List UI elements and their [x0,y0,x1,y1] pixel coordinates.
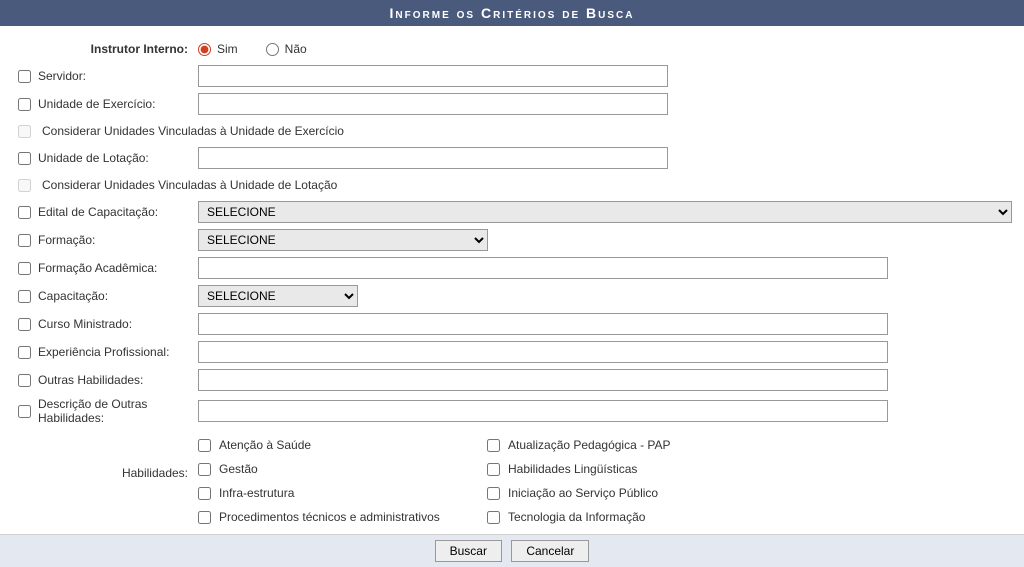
row-considerar-lotacao: Considerar Unidades Vinculadas à Unidade… [10,172,1014,198]
label-habilidades: Habilidades: [10,434,198,480]
hab-item-linguisticas: Habilidades Lingüísticas [487,462,671,476]
input-curso-ministrado[interactable] [198,313,888,335]
hab-item-gestao: Gestão [198,462,483,476]
check-edital[interactable] [18,206,31,219]
check-considerar-exercicio[interactable] [18,125,31,138]
input-unidade-lotacao[interactable] [198,147,668,169]
label-unidade-exercicio: Unidade de Exercício: [38,97,198,111]
check-hab-linguisticas[interactable] [487,463,500,476]
hab-label: Procedimentos técnicos e administrativos [219,510,440,524]
row-formacao: Formação: SELECIONE [10,226,1014,254]
input-experiencia[interactable] [198,341,888,363]
label-formacao-academica: Formação Acadêmica: [38,261,198,275]
hab-item-procedimentos: Procedimentos técnicos e administrativos [198,510,483,524]
label-experiencia: Experiência Profissional: [38,345,198,359]
select-formacao[interactable]: SELECIONE [198,229,488,251]
hab-label: Atualização Pedagógica - PAP [508,438,671,452]
label-curso-ministrado: Curso Ministrado: [38,317,198,331]
row-servidor: Servidor: [10,62,1014,90]
search-form: Instrutor Interno: Sim Não Servidor: Uni… [0,26,1024,534]
buscar-button[interactable]: Buscar [435,540,502,562]
radio-sim[interactable] [198,43,211,56]
page-title: Informe os Critérios de Busca [390,5,635,21]
label-edital: Edital de Capacitação: [38,205,198,219]
check-hab-atualizacao-pedagogica[interactable] [487,439,500,452]
hab-label: Infra-estrutura [219,486,294,500]
label-descricao-outras: Descrição de Outras Habilidades: [38,397,198,425]
hab-label: Gestão [219,462,258,476]
row-considerar-exercicio: Considerar Unidades Vinculadas à Unidade… [10,118,1014,144]
hab-item-atencao-saude: Atenção à Saúde [198,438,483,452]
label-capacitacao: Capacitação: [38,289,198,303]
input-outras-habilidades[interactable] [198,369,888,391]
row-habilidades: Habilidades: Atenção à Saúde Atualização… [10,428,1014,534]
hab-item-iniciacao: Iniciação ao Serviço Público [487,486,671,500]
radio-nao-label: Não [285,42,307,56]
select-edital[interactable]: SELECIONE [198,201,1012,223]
label-considerar-exercicio: Considerar Unidades Vinculadas à Unidade… [42,124,344,138]
row-formacao-academica: Formação Acadêmica: [10,254,1014,282]
hab-label: Habilidades Lingüísticas [508,462,637,476]
radio-sim-wrapper[interactable]: Sim [198,42,238,56]
check-hab-iniciacao[interactable] [487,487,500,500]
label-unidade-lotacao: Unidade de Lotação: [38,151,198,165]
row-experiencia: Experiência Profissional: [10,338,1014,366]
row-outras-habilidades: Outras Habilidades: [10,366,1014,394]
row-edital: Edital de Capacitação: SELECIONE [10,198,1014,226]
input-formacao-academica[interactable] [198,257,888,279]
check-experiencia[interactable] [18,346,31,359]
hab-label: Tecnologia da Informação [508,510,645,524]
label-formacao: Formação: [38,233,198,247]
row-unidade-exercicio: Unidade de Exercício: [10,90,1014,118]
check-curso-ministrado[interactable] [18,318,31,331]
check-descricao-outras[interactable] [18,405,31,418]
hab-item-tecnologia: Tecnologia da Informação [487,510,671,524]
label-considerar-lotacao: Considerar Unidades Vinculadas à Unidade… [42,178,337,192]
label-outras-habilidades: Outras Habilidades: [38,373,198,387]
check-capacitacao[interactable] [18,290,31,303]
check-formacao[interactable] [18,234,31,247]
row-instrutor-interno: Instrutor Interno: Sim Não [10,34,1014,62]
check-hab-tecnologia[interactable] [487,511,500,524]
row-capacitacao: Capacitação: SELECIONE [10,282,1014,310]
check-hab-procedimentos[interactable] [198,511,211,524]
row-unidade-lotacao: Unidade de Lotação: [10,144,1014,172]
check-formacao-academica[interactable] [18,262,31,275]
input-servidor[interactable] [198,65,668,87]
hab-label: Atenção à Saúde [219,438,311,452]
label-instrutor-interno: Instrutor Interno: [10,42,198,56]
radio-nao[interactable] [266,43,279,56]
hab-label: Iniciação ao Serviço Público [508,486,658,500]
input-unidade-exercicio[interactable] [198,93,668,115]
check-hab-atencao-saude[interactable] [198,439,211,452]
page-header: Informe os Critérios de Busca [0,0,1024,26]
footer-bar: Buscar Cancelar [0,534,1024,567]
habilidades-grid: Atenção à Saúde Atualização Pedagógica -… [198,434,671,524]
check-hab-infra[interactable] [198,487,211,500]
check-servidor[interactable] [18,70,31,83]
check-hab-gestao[interactable] [198,463,211,476]
check-considerar-lotacao[interactable] [18,179,31,192]
select-capacitacao[interactable]: SELECIONE [198,285,358,307]
label-servidor: Servidor: [38,69,198,83]
radio-nao-wrapper[interactable]: Não [266,42,307,56]
row-curso-ministrado: Curso Ministrado: [10,310,1014,338]
hab-item-atualizacao-pedagogica: Atualização Pedagógica - PAP [487,438,671,452]
radio-sim-label: Sim [217,42,238,56]
hab-item-infra: Infra-estrutura [198,486,483,500]
row-descricao-outras: Descrição de Outras Habilidades: [10,394,1014,428]
check-unidade-lotacao[interactable] [18,152,31,165]
check-unidade-exercicio[interactable] [18,98,31,111]
check-outras-habilidades[interactable] [18,374,31,387]
input-descricao-outras[interactable] [198,400,888,422]
cancelar-button[interactable]: Cancelar [511,540,589,562]
